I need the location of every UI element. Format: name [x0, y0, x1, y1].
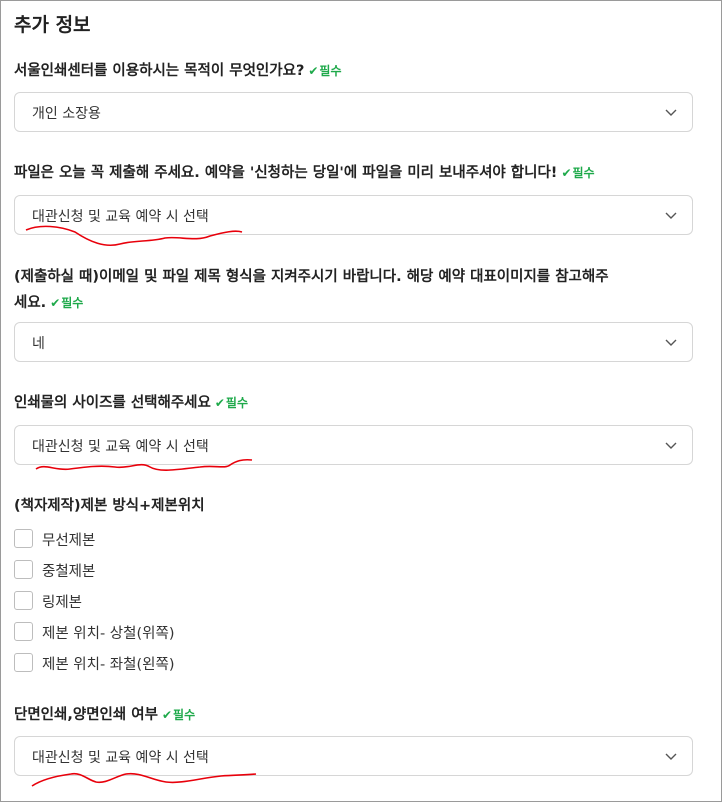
question-text-line2: 세요. — [14, 295, 47, 311]
question-email-format-label: (제출하실 때)이메일 및 파일 제목 형식을 지켜주시기 바랍니다. 해당 예… — [14, 264, 704, 316]
checkbox-label: 무선제본 — [42, 533, 96, 549]
email-format-select[interactable]: 네 — [14, 322, 693, 362]
select-value: 개인 소장용 — [32, 106, 101, 122]
required-badge: ✔필수 — [50, 296, 84, 310]
chevron-down-icon — [665, 339, 677, 346]
question-text: 서울인쇄센터를 이용하시는 목적이 무엇인가요? — [14, 63, 305, 79]
question-binding-label: (책자제작)제본 방식+제본위치 — [14, 493, 205, 519]
checkbox[interactable] — [14, 560, 33, 579]
checkbox-label: 링제본 — [42, 595, 83, 611]
question-text: (책자제작)제본 방식+제본위치 — [14, 498, 205, 514]
question-size-label: 인쇄물의 사이즈를 선택해주세요 ✔필수 — [14, 390, 248, 416]
checkbox-label: 제본 위치- 좌철(왼쪽) — [42, 657, 175, 673]
select-value: 네 — [32, 336, 45, 352]
required-badge: ✔필수 — [308, 64, 342, 78]
select-value: 대관신청 및 교육 예약 시 선택 — [32, 439, 209, 455]
question-file-submit-label: 파일은 오늘 꼭 제출해 주세요. 예약을 '신청하는 당일'에 파일을 미리 … — [14, 160, 704, 186]
question-purpose-label: 서울인쇄센터를 이용하시는 목적이 무엇인가요? ✔필수 — [14, 58, 342, 84]
check-icon: ✔ — [161, 708, 173, 722]
question-text-line1: (제출하실 때)이메일 및 파일 제목 형식을 지켜주시기 바랍니다. 해당 예… — [14, 269, 609, 285]
checkbox[interactable] — [14, 653, 33, 672]
file-submit-select[interactable]: 대관신청 및 교육 예약 시 선택 — [14, 195, 693, 235]
chevron-down-icon — [665, 109, 677, 116]
checkbox-label: 제본 위치- 상철(위쪽) — [42, 626, 175, 642]
checkbox[interactable] — [14, 622, 33, 641]
print-size-select[interactable]: 대관신청 및 교육 예약 시 선택 — [14, 425, 693, 465]
chevron-down-icon — [665, 212, 677, 219]
check-icon: ✔ — [308, 64, 319, 78]
check-icon: ✔ — [50, 296, 61, 310]
chevron-down-icon — [665, 442, 677, 449]
question-text: 파일은 오늘 꼭 제출해 주세요. 예약을 '신청하는 당일'에 파일을 미리 … — [14, 165, 558, 181]
check-icon: ✔ — [561, 166, 572, 180]
required-badge: ✔필수 — [214, 396, 249, 410]
checkbox-label: 중철제본 — [42, 564, 96, 580]
checkbox[interactable] — [14, 591, 33, 610]
question-text: 단면인쇄,양면인쇄 여부 — [14, 707, 158, 723]
print-side-select[interactable]: 대관신청 및 교육 예약 시 선택 — [14, 736, 693, 776]
section-title: 추가 정보 — [14, 14, 91, 36]
checkbox[interactable] — [14, 529, 33, 548]
required-badge: ✔필수 — [161, 708, 196, 722]
question-print-side-label: 단면인쇄,양면인쇄 여부 ✔필수 — [14, 702, 195, 728]
purpose-select[interactable]: 개인 소장용 — [14, 92, 693, 132]
chevron-down-icon — [665, 753, 677, 760]
select-value: 대관신청 및 교육 예약 시 선택 — [32, 209, 209, 225]
required-badge: ✔필수 — [561, 166, 595, 180]
check-icon: ✔ — [214, 396, 225, 410]
select-value: 대관신청 및 교육 예약 시 선택 — [32, 750, 209, 766]
question-text: 인쇄물의 사이즈를 선택해주세요 — [14, 395, 211, 411]
